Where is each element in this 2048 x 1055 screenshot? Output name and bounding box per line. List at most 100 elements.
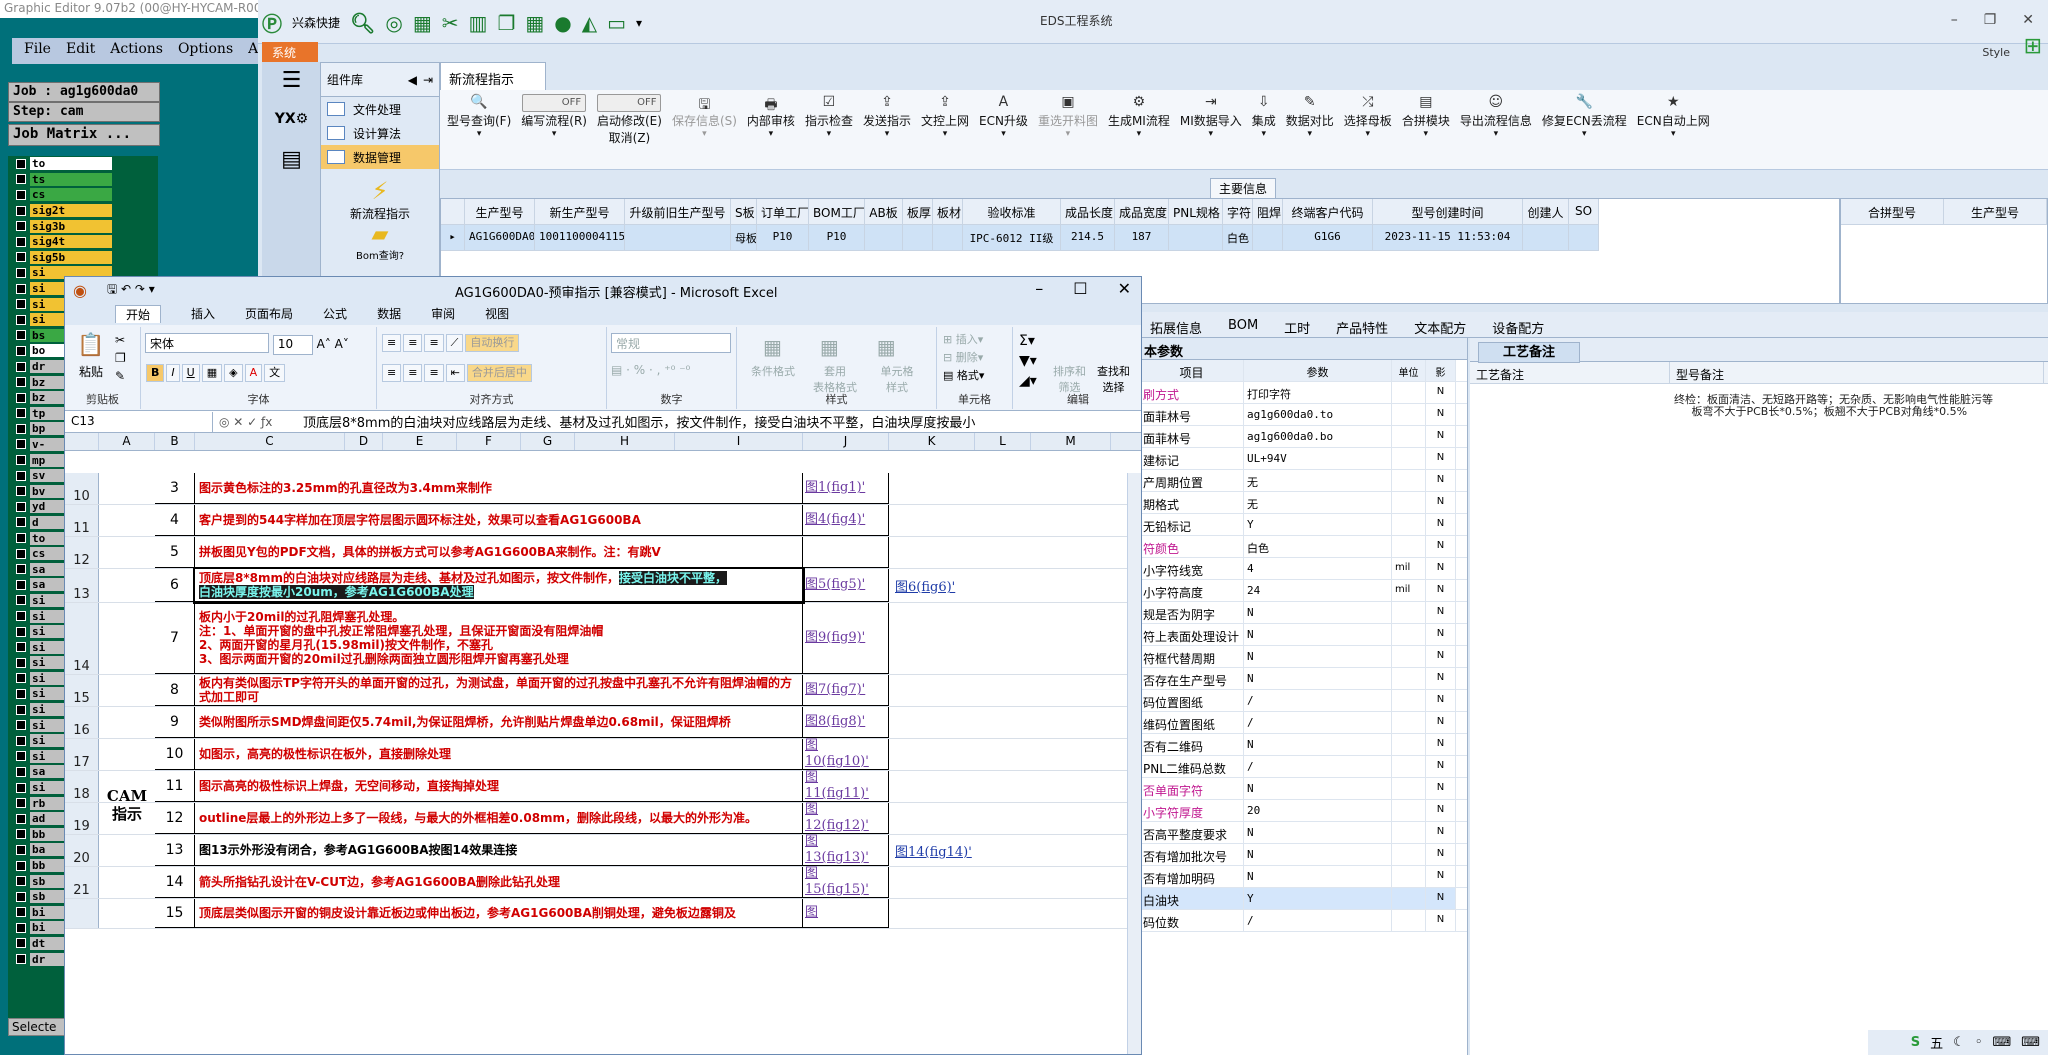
ge-menu-file[interactable]: File <box>24 41 51 61</box>
lib-item-algo[interactable]: 设计算法 <box>321 121 439 145</box>
param-value[interactable]: Y <box>1244 514 1392 535</box>
italic-button[interactable]: I <box>166 364 180 382</box>
column-header[interactable]: 合拼型号 <box>1841 199 1944 225</box>
wrap-text-button[interactable]: 自动换行 <box>465 334 520 352</box>
dropdown-chevron-icon[interactable]: ▾ <box>1494 129 1499 139</box>
dropdown-chevron-icon[interactable]: ▾ <box>1308 129 1313 139</box>
fill-color-icon[interactable]: ◈ <box>224 364 243 382</box>
layer-checkbox[interactable] <box>16 782 26 793</box>
figure-link[interactable] <box>891 537 977 568</box>
merge-center-button[interactable]: 合并后居中 <box>466 364 532 382</box>
layer-checkbox[interactable] <box>16 891 26 902</box>
ribbon-button[interactable]: 🔧 修复ECN丢流程 ▾ <box>1537 92 1632 167</box>
column-header[interactable]: F <box>457 433 521 450</box>
layer-checkbox[interactable] <box>16 455 26 466</box>
table-cell[interactable]: 白色 <box>1223 225 1253 251</box>
layer-checkbox[interactable] <box>16 314 26 325</box>
tab-detail[interactable]: BOM <box>1228 318 1258 333</box>
cell-index[interactable]: 15 <box>155 899 195 928</box>
column-header[interactable]: 验收标准 <box>963 199 1061 225</box>
param-value[interactable]: 打印字符 <box>1244 382 1392 403</box>
param-row[interactable]: 码位数 / N <box>1140 910 1467 932</box>
delete-button[interactable]: ⊟ 删除▾ <box>943 349 983 365</box>
param-value[interactable]: / <box>1244 690 1392 711</box>
close-icon[interactable]: ✕ <box>2022 12 2034 28</box>
layer-checkbox[interactable] <box>16 361 26 372</box>
align-bottom-icon[interactable]: ≡ <box>424 334 444 352</box>
layer-checkbox[interactable] <box>16 595 26 606</box>
number-format-icons[interactable]: ▤ · % · , ⁺⁰ ⁻⁰ <box>611 363 690 377</box>
layer-checkbox[interactable] <box>16 486 26 497</box>
column-header[interactable]: PNL规格 <box>1169 199 1223 225</box>
lib-item-file[interactable]: 文件处理 <box>321 97 439 121</box>
figure-link[interactable] <box>891 707 977 738</box>
row-number[interactable]: 20 <box>65 835 99 866</box>
menu-icon[interactable]: ☰ <box>262 68 321 93</box>
layer-checkbox[interactable] <box>16 798 26 809</box>
row-number[interactable]: 13 <box>65 569 99 602</box>
pin-icon[interactable]: ⇥ <box>423 73 433 87</box>
param-value[interactable]: N <box>1244 866 1392 887</box>
ribbon-tab[interactable]: 公式 <box>323 305 347 323</box>
row-number[interactable]: 12 <box>65 537 99 568</box>
minimize-icon[interactable]: – <box>1035 279 1043 298</box>
dropdown-chevron-icon[interactable]: ▾ <box>827 129 832 139</box>
align-top-icon[interactable]: ≡ <box>382 334 402 352</box>
param-value[interactable]: 4 <box>1244 558 1392 579</box>
layer-checkbox[interactable] <box>16 907 26 918</box>
column-header[interactable]: A <box>99 433 155 450</box>
layer-checkbox[interactable] <box>16 673 26 684</box>
ribbon-button[interactable]: ⚙ 生成MI流程 ▾ <box>1103 92 1175 167</box>
ime-logo-icon[interactable]: S <box>1911 1035 1920 1050</box>
cell-instruction[interactable]: 板内有类似图示TP字符开头的单面开窗的过孔，为测试盘，单面开窗的过孔按盘中孔塞孔… <box>195 675 803 706</box>
param-value[interactable]: N <box>1244 822 1392 843</box>
ge-status-select[interactable]: Selecte <box>8 1018 68 1036</box>
cell-instruction[interactable]: 板内小于20mil的过孔阻焊塞孔处理。 注：1、单面开窗的盘中孔按正常阻焊塞孔处… <box>195 603 803 674</box>
ribbon-button[interactable]: ⇪ 文控上网 ▾ <box>916 92 974 167</box>
layer-checkbox[interactable] <box>16 922 26 933</box>
calculator-icon[interactable]: ▤ <box>262 147 321 172</box>
grid-icon[interactable]: ▦ <box>525 11 544 35</box>
column-header[interactable]: B <box>155 433 195 450</box>
scissors-icon[interactable]: ✂ <box>442 11 459 35</box>
ribbon-button[interactable]: 🔍 型号查询(F) ▾ <box>442 92 516 167</box>
ribbon-button[interactable]: ☺ 导出流程信息 ▾ <box>1455 92 1537 167</box>
layer-checkbox[interactable] <box>16 548 26 559</box>
column-header[interactable]: J <box>803 433 889 450</box>
grow-font-icon[interactable]: A˄ A˅ <box>317 337 349 351</box>
column-header[interactable]: H <box>575 433 675 450</box>
ribbon-button[interactable]: 🖶 内部审核 ▾ <box>742 92 800 167</box>
row-number[interactable]: 11 <box>65 505 99 536</box>
param-row[interactable]: 无铅标记 Y N <box>1140 514 1467 536</box>
tab-detail[interactable]: 工时 <box>1284 318 1310 337</box>
align-middle-icon[interactable]: ≡ <box>403 334 423 352</box>
align-center-icon[interactable]: ≡ <box>403 364 423 382</box>
param-value[interactable]: N <box>1244 668 1392 689</box>
dropdown-chevron-icon[interactable]: ▾ <box>1209 129 1214 139</box>
toggle-switch[interactable]: OFF <box>597 94 662 112</box>
font-color-icon[interactable]: A <box>244 364 263 382</box>
table-cell[interactable] <box>933 225 963 251</box>
layer-checkbox[interactable] <box>16 205 26 216</box>
cut-copy-icons[interactable]: ✂ ❐ ✎ <box>115 331 126 385</box>
minimize-icon[interactable]: – <box>1951 12 1958 28</box>
cam-merged-cell[interactable]: CAM 指示 <box>99 473 155 1054</box>
param-row[interactable]: 产周期位置无 N <box>1140 470 1467 492</box>
font-name-select[interactable]: 宋体 <box>145 333 269 353</box>
param-value[interactable]: / <box>1244 712 1392 733</box>
column-header[interactable]: E <box>383 433 457 450</box>
row-number[interactable]: 15 <box>65 675 99 706</box>
column-header[interactable]: S板 <box>731 199 757 225</box>
name-box[interactable]: C13 <box>65 411 213 432</box>
figure-link[interactable]: 图14(fig14)' <box>891 835 977 866</box>
figure-link[interactable] <box>891 675 977 706</box>
layer-checkbox[interactable] <box>16 642 26 653</box>
layer-checkbox[interactable] <box>16 954 26 965</box>
dropdown-chevron-icon[interactable]: ▾ <box>1366 129 1371 139</box>
chart-icon[interactable]: ◭ <box>582 11 597 35</box>
row-number[interactable]: 14 <box>65 603 99 674</box>
table-cell[interactable]: G1G6 <box>1283 225 1373 251</box>
column-header[interactable]: G <box>521 433 575 450</box>
column-header[interactable]: 阻焊 <box>1253 199 1283 225</box>
param-row[interactable]: 否有二维码 N N <box>1140 734 1467 756</box>
